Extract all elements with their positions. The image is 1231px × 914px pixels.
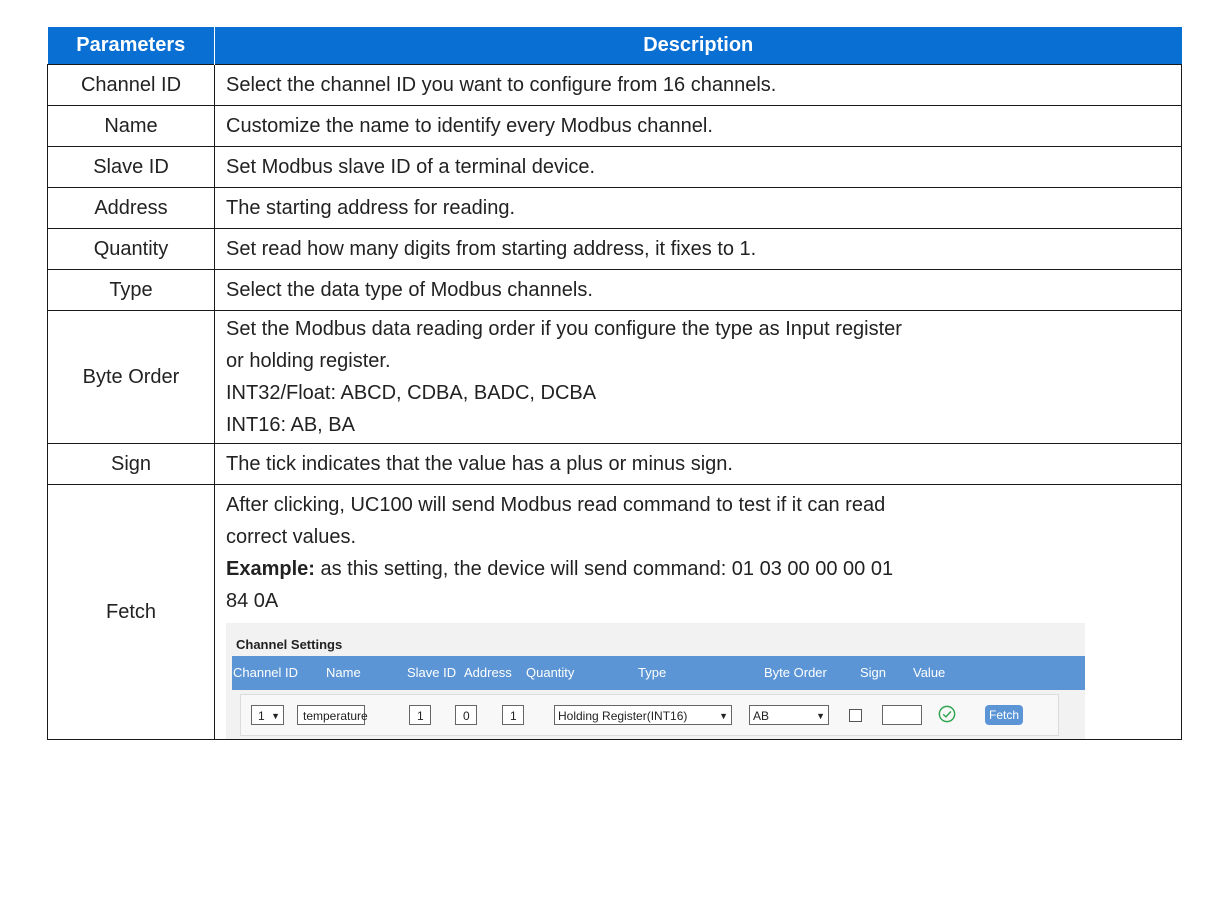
quantity-value: 1 — [510, 709, 517, 723]
col-channel-id: Channel ID — [233, 665, 299, 680]
address-input[interactable]: 0 — [455, 705, 477, 725]
quantity-input[interactable]: 1 — [502, 705, 524, 725]
param-cell: Sign — [47, 443, 215, 485]
col-sign: Sign — [860, 665, 887, 680]
example-text: as this setting, the device will send co… — [314, 558, 894, 580]
desc-line: After clicking, UC100 will send Modbus r… — [226, 494, 886, 516]
type-select[interactable]: Holding Register(INT16) ▼ — [554, 705, 732, 725]
table-row: Byte Order Set the Modbus data reading o… — [47, 310, 1182, 444]
name-value: temperature — [303, 709, 368, 723]
header-parameters: Parameters — [47, 27, 215, 65]
desc-cell: Customize the name to identify every Mod… — [214, 105, 1182, 147]
col-address: Address — [464, 665, 512, 680]
desc-cell: The tick indicates that the value has a … — [214, 443, 1182, 485]
table-row: Type Select the data type of Modbus chan… — [47, 269, 1182, 311]
desc-cell: Select the data type of Modbus channels. — [214, 269, 1182, 311]
type-value: Holding Register(INT16) — [558, 709, 688, 723]
param-cell: Type — [47, 269, 215, 311]
chevron-down-icon: ▼ — [271, 711, 280, 721]
example-line: Example: as this setting, the device wil… — [226, 553, 1181, 585]
desc-line: INT16: AB, BA — [226, 414, 355, 436]
desc-cell: The starting address for reading. — [214, 187, 1182, 229]
table-row: Channel ID Select the channel ID you wan… — [47, 64, 1182, 106]
page: Parameters Description Channel ID Select… — [0, 0, 1231, 914]
col-byte-order: Byte Order — [764, 665, 827, 680]
desc-cell: After clicking, UC100 will send Modbus r… — [214, 484, 1182, 740]
value-field[interactable] — [882, 705, 922, 725]
param-cell: Slave ID — [47, 146, 215, 188]
col-value: Value — [913, 665, 946, 680]
desc-line: correct values. — [226, 526, 357, 548]
channel-settings-panel: Channel Settings Channel ID Name Slave I… — [226, 623, 1085, 739]
col-quantity: Quantity — [526, 665, 575, 680]
table-row: Fetch After clicking, UC100 will send Mo… — [47, 484, 1182, 740]
table-row: Slave ID Set Modbus slave ID of a termin… — [47, 146, 1182, 188]
desc-line: Set the Modbus data reading order if you… — [226, 318, 902, 340]
table-row: Address The starting address for reading… — [47, 187, 1182, 229]
param-cell: Byte Order — [47, 310, 215, 444]
desc-cell: Set Modbus slave ID of a terminal device… — [214, 146, 1182, 188]
col-name: Name — [326, 665, 361, 680]
slave-id-input[interactable]: 1 — [409, 705, 431, 725]
name-input[interactable]: temperature — [297, 705, 368, 725]
byte-order-value: AB — [753, 709, 770, 723]
param-cell: Address — [47, 187, 215, 229]
table-row: Quantity Set read how many digits from s… — [47, 228, 1182, 270]
desc-line: or holding register. — [226, 350, 391, 372]
channel-id-select[interactable]: 1 ▼ — [251, 705, 284, 725]
desc-cell: Select the channel ID you want to config… — [214, 64, 1182, 106]
channel-settings-header-bar: Channel ID Name Slave ID Address Quantit… — [232, 656, 1085, 690]
header-description: Description — [214, 27, 1182, 65]
check-circle-icon — [938, 705, 956, 723]
col-type: Type — [638, 665, 667, 680]
table-row: Name Customize the name to identify ever… — [47, 105, 1182, 147]
chevron-down-icon: ▼ — [719, 711, 728, 721]
example-line-2: 84 0A — [226, 590, 279, 612]
fetch-button[interactable]: Fetch — [985, 705, 1023, 725]
channel-row: 1 ▼ temperature 1 0 1 Holding Register(I… — [240, 694, 1059, 736]
desc-cell: Set read how many digits from starting a… — [214, 228, 1182, 270]
desc-cell: Set the Modbus data reading order if you… — [214, 310, 1182, 444]
col-slave-id: Slave ID — [407, 665, 457, 680]
param-cell: Channel ID — [47, 64, 215, 106]
byte-order-select[interactable]: AB ▼ — [749, 705, 829, 725]
example-label: Example: — [226, 558, 315, 580]
sign-checkbox[interactable] — [849, 709, 862, 722]
param-cell: Quantity — [47, 228, 215, 270]
channel-id-value: 1 — [258, 709, 265, 723]
slave-id-value: 1 — [417, 709, 424, 723]
table-header-row: Parameters Description — [47, 27, 1182, 65]
table-row: Sign The tick indicates that the value h… — [47, 443, 1182, 485]
address-value: 0 — [463, 709, 470, 723]
parameters-table: Parameters Description Channel ID Select… — [47, 27, 1182, 740]
chevron-down-icon: ▼ — [816, 711, 825, 721]
param-cell: Fetch — [47, 484, 215, 740]
desc-line: INT32/Float: ABCD, CDBA, BADC, DCBA — [226, 382, 597, 404]
param-cell: Name — [47, 105, 215, 147]
